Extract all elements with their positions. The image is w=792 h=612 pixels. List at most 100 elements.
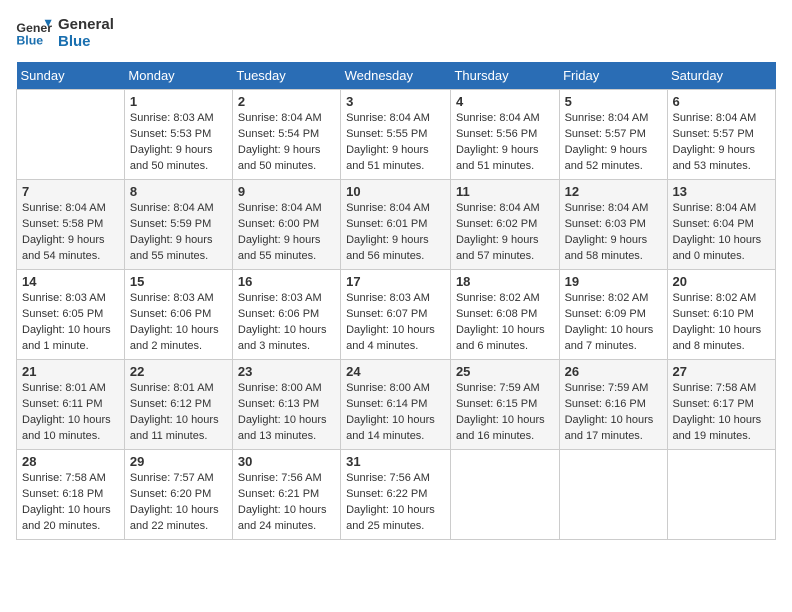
info-line: Sunrise: 8:04 AM xyxy=(130,202,214,214)
info-line: Sunset: 6:04 PM xyxy=(673,218,754,230)
day-number: 7 xyxy=(22,184,119,199)
info-line: Sunrise: 8:04 AM xyxy=(346,202,430,214)
info-line: Sunset: 6:15 PM xyxy=(456,398,537,410)
col-header-thursday: Thursday xyxy=(450,62,559,90)
info-line: and 57 minutes. xyxy=(456,250,534,262)
day-info: Sunrise: 7:59 AMSunset: 6:15 PMDaylight:… xyxy=(456,381,554,445)
info-line: Sunset: 5:57 PM xyxy=(565,128,646,140)
info-line: and 10 minutes. xyxy=(22,430,100,442)
info-line: Daylight: 10 hours xyxy=(130,414,219,426)
info-line: and 20 minutes. xyxy=(22,520,100,532)
day-info: Sunrise: 8:00 AMSunset: 6:14 PMDaylight:… xyxy=(346,381,445,445)
info-line: Sunset: 5:53 PM xyxy=(130,128,211,140)
calendar-cell xyxy=(667,450,775,540)
day-info: Sunrise: 8:04 AMSunset: 5:57 PMDaylight:… xyxy=(565,111,662,175)
info-line: Daylight: 9 hours xyxy=(673,144,756,156)
info-line: Daylight: 9 hours xyxy=(346,144,429,156)
day-number: 15 xyxy=(130,274,227,289)
info-line: Sunrise: 8:04 AM xyxy=(238,112,322,124)
day-number: 26 xyxy=(565,364,662,379)
info-line: Sunset: 6:09 PM xyxy=(565,308,646,320)
day-number: 17 xyxy=(346,274,445,289)
info-line: and 50 minutes. xyxy=(130,160,208,172)
info-line: and 1 minute. xyxy=(22,340,89,352)
day-number: 14 xyxy=(22,274,119,289)
info-line: Daylight: 10 hours xyxy=(456,324,545,336)
info-line: Sunrise: 8:04 AM xyxy=(456,112,540,124)
info-line: Sunset: 6:01 PM xyxy=(346,218,427,230)
info-line: Sunset: 6:00 PM xyxy=(238,218,319,230)
info-line: Sunrise: 8:00 AM xyxy=(238,382,322,394)
info-line: and 22 minutes. xyxy=(130,520,208,532)
info-line: and 56 minutes. xyxy=(346,250,424,262)
calendar-cell xyxy=(17,90,125,180)
info-line: and 52 minutes. xyxy=(565,160,643,172)
info-line: Sunrise: 8:01 AM xyxy=(22,382,106,394)
info-line: Sunrise: 7:58 AM xyxy=(673,382,757,394)
day-info: Sunrise: 8:04 AMSunset: 6:02 PMDaylight:… xyxy=(456,201,554,265)
info-line: Daylight: 9 hours xyxy=(130,234,213,246)
info-line: Daylight: 10 hours xyxy=(346,414,435,426)
day-info: Sunrise: 8:04 AM Sunset: 5:57 PM Daylight:… xyxy=(673,111,770,175)
info-line: Daylight: 10 hours xyxy=(22,414,111,426)
info-line: Sunrise: 8:03 AM xyxy=(238,292,322,304)
info-line: Sunset: 6:06 PM xyxy=(130,308,211,320)
info-line: and 7 minutes. xyxy=(565,340,637,352)
day-info: Sunrise: 8:03 AMSunset: 6:06 PMDaylight:… xyxy=(238,291,335,355)
info-line: and 53 minutes. xyxy=(673,160,751,172)
day-info: Sunrise: 8:03 AMSunset: 6:06 PMDaylight:… xyxy=(130,291,227,355)
info-line: Daylight: 9 hours xyxy=(130,144,213,156)
info-line: Daylight: 9 hours xyxy=(565,234,648,246)
day-number: 25 xyxy=(456,364,554,379)
calendar-cell: 12Sunrise: 8:04 AMSunset: 6:03 PMDayligh… xyxy=(559,180,667,270)
info-line: and 51 minutes. xyxy=(456,160,534,172)
info-line: Sunset: 6:10 PM xyxy=(673,308,754,320)
calendar-cell: 7 Sunrise: 8:04 AMSunset: 5:58 PMDaylight… xyxy=(17,180,125,270)
calendar-cell: 16Sunrise: 8:03 AMSunset: 6:06 PMDayligh… xyxy=(232,270,340,360)
day-info: Sunrise: 8:00 AMSunset: 6:13 PMDaylight:… xyxy=(238,381,335,445)
calendar-cell: 14Sunrise: 8:03 AMSunset: 6:05 PMDayligh… xyxy=(17,270,125,360)
day-info: Sunrise: 7:56 AMSunset: 6:21 PMDaylight:… xyxy=(238,471,335,535)
info-line: Daylight: 9 hours xyxy=(238,144,321,156)
info-line: Sunset: 6:03 PM xyxy=(565,218,646,230)
col-header-wednesday: Wednesday xyxy=(341,62,451,90)
calendar-cell: 13Sunrise: 8:04 AMSunset: 6:04 PMDayligh… xyxy=(667,180,775,270)
week-row-1: 1Sunrise: 8:03 AMSunset: 5:53 PMDaylight… xyxy=(17,90,776,180)
info-line: Sunset: 6:21 PM xyxy=(238,488,319,500)
info-line: and 8 minutes. xyxy=(673,340,745,352)
day-info: Sunrise: 8:04 AMSunset: 5:55 PMDaylight:… xyxy=(346,111,445,175)
info-line: Daylight: 10 hours xyxy=(22,504,111,516)
info-line: Sunrise: 8:04 AM xyxy=(22,202,106,214)
calendar-cell: 9Sunrise: 8:04 AMSunset: 6:00 PMDaylight… xyxy=(232,180,340,270)
calendar-cell: 26Sunrise: 7:59 AMSunset: 6:16 PMDayligh… xyxy=(559,360,667,450)
info-line: Sunset: 5:59 PM xyxy=(130,218,211,230)
day-number: 10 xyxy=(346,184,445,199)
day-info: Sunrise: 8:04 AM Sunset: 5:54 PM Daylight:… xyxy=(238,111,335,175)
info-line: Sunrise: 8:01 AM xyxy=(130,382,214,394)
info-line: Sunset: 6:08 PM xyxy=(456,308,537,320)
week-row-3: 14Sunrise: 8:03 AMSunset: 6:05 PMDayligh… xyxy=(17,270,776,360)
calendar-cell: 4Sunrise: 8:04 AMSunset: 5:56 PMDaylight… xyxy=(450,90,559,180)
day-info: Sunrise: 8:04 AMSunset: 5:58 PMDaylight:… xyxy=(22,201,119,265)
info-line: Daylight: 10 hours xyxy=(456,414,545,426)
info-line: and 14 minutes. xyxy=(346,430,424,442)
calendar-cell: 21Sunrise: 8:01 AMSunset: 6:11 PMDayligh… xyxy=(17,360,125,450)
page-header: General Blue General Blue xyxy=(16,16,776,50)
logo-general: General xyxy=(58,16,114,33)
info-line: Sunrise: 8:04 AM xyxy=(673,112,757,124)
day-info: Sunrise: 8:04 AMSunset: 6:03 PMDaylight:… xyxy=(565,201,662,265)
calendar-cell: 8Sunrise: 8:04 AMSunset: 5:59 PMDaylight… xyxy=(124,180,232,270)
day-info: Sunrise: 7:58 AMSunset: 6:18 PMDaylight:… xyxy=(22,471,119,535)
info-line: Daylight: 9 hours xyxy=(456,234,539,246)
calendar-cell: 10Sunrise: 8:04 AMSunset: 6:01 PMDayligh… xyxy=(341,180,451,270)
week-row-2: 7 Sunrise: 8:04 AMSunset: 5:58 PMDaylight… xyxy=(17,180,776,270)
info-line: Sunset: 6:16 PM xyxy=(565,398,646,410)
info-line: Sunset: 5:57 PM xyxy=(673,128,754,140)
day-number: 31 xyxy=(346,454,445,469)
calendar-cell: 22Sunrise: 8:01 AMSunset: 6:12 PMDayligh… xyxy=(124,360,232,450)
info-line: Sunrise: 7:56 AM xyxy=(238,472,322,484)
day-info: Sunrise: 8:04 AMSunset: 6:01 PMDaylight:… xyxy=(346,201,445,265)
info-line: Sunset: 5:54 PM xyxy=(238,128,319,140)
day-number: 4 xyxy=(456,94,554,109)
info-line: Sunset: 6:22 PM xyxy=(346,488,427,500)
